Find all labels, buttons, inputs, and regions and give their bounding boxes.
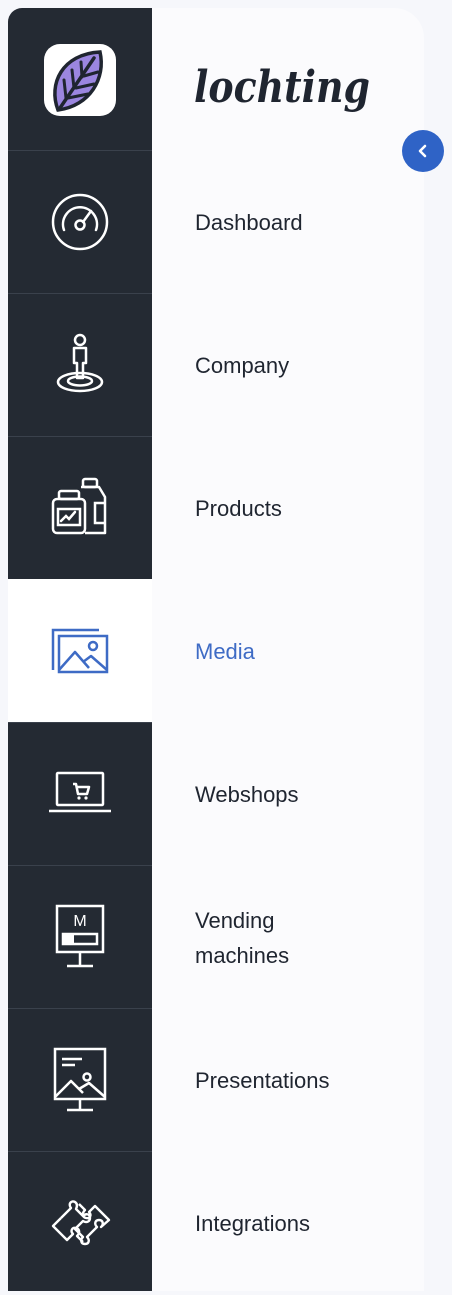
nav-item-products[interactable]: Products: [152, 437, 424, 580]
speedometer-icon: [51, 193, 109, 251]
nav-item-media[interactable]: Media: [152, 580, 424, 723]
nav-item-presentations[interactable]: Presentations: [152, 1009, 424, 1152]
leaf-logo-icon: [44, 44, 116, 116]
rail-item-products[interactable]: [8, 436, 152, 579]
rail-item-dashboard[interactable]: [8, 150, 152, 293]
rail-item-webshops[interactable]: [8, 722, 152, 865]
lochting-wordmark: lochting: [194, 62, 370, 113]
nav-item-webshops[interactable]: Webshops: [152, 723, 424, 866]
nav-item-label: Vending machines: [195, 907, 290, 968]
rail-item-vending-machines[interactable]: M: [8, 865, 152, 1008]
nav-item-label: Dashboard: [195, 210, 303, 235]
nav-item-label: Webshops: [195, 782, 299, 807]
rail-item-media[interactable]: [8, 579, 152, 722]
navigation-panel: lochting Dashboard Company Products Medi…: [152, 8, 424, 1291]
nav-item-dashboard[interactable]: Dashboard: [152, 151, 424, 294]
person-location-icon: [56, 333, 104, 393]
rail-item-integrations[interactable]: [8, 1151, 152, 1291]
image-gallery-icon: [51, 628, 109, 674]
svg-text:M: M: [73, 913, 86, 930]
laptop-cart-icon: [49, 771, 111, 813]
nav-item-label: Presentations: [195, 1068, 330, 1093]
presentation-screen-icon: [53, 1047, 107, 1112]
nav-item-company[interactable]: Company: [152, 294, 424, 437]
brand-wordmark: lochting: [194, 62, 370, 113]
nav-item-integrations[interactable]: Integrations: [152, 1152, 424, 1295]
chevron-left-icon: [418, 144, 427, 158]
nav-item-label: Products: [195, 496, 282, 521]
brand-logo[interactable]: lochting: [192, 54, 382, 134]
nav-item-label: Media: [195, 639, 255, 664]
app-logo[interactable]: [8, 8, 152, 150]
puzzle-icon: [51, 1200, 111, 1246]
nav-item-vending-machines[interactable]: Vending machines: [152, 866, 424, 1009]
rail-item-presentations[interactable]: [8, 1008, 152, 1151]
vending-machine-icon: M: [55, 904, 105, 968]
collapse-sidebar-button[interactable]: [402, 130, 444, 172]
nav-item-label: Integrations: [195, 1211, 310, 1236]
product-bottles-icon: [51, 477, 107, 535]
icon-rail: M: [8, 8, 152, 1291]
rail-item-company[interactable]: [8, 293, 152, 436]
nav-item-label: Company: [195, 353, 290, 378]
